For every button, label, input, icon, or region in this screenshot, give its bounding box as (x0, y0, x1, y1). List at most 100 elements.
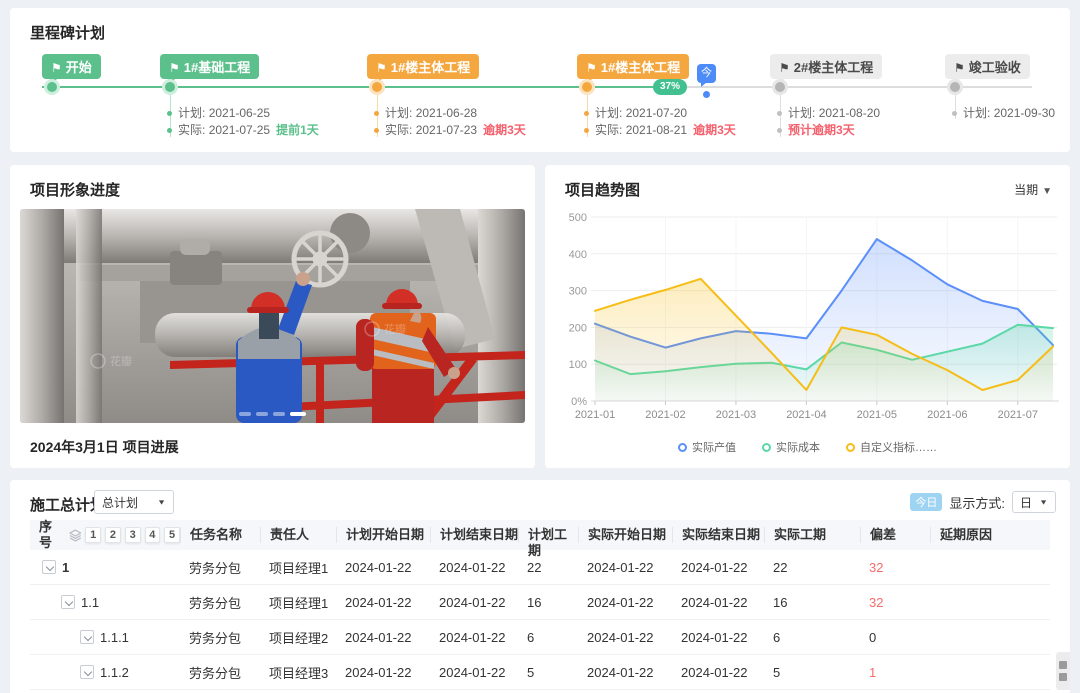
carousel-dot[interactable] (256, 412, 268, 416)
milestone-node (947, 79, 963, 95)
milestone-badge: ⚑ 1#楼主体工程 (367, 54, 479, 79)
level-button-2[interactable]: 2 (105, 527, 121, 543)
level-button-1[interactable]: 1 (85, 527, 101, 543)
plan-table: 序号 1 2 3 4 5 任务名称 责任人 计划开始日期 计划结束日期 计划工期… (30, 520, 1050, 690)
layers-icon[interactable] (69, 529, 82, 542)
flag-icon: ⚑ (51, 61, 62, 75)
plan-prefix: 计划: (963, 105, 990, 122)
legend-item-actual-output[interactable]: 实际产值 (678, 439, 736, 455)
milestone-label: 竣工验收 (969, 60, 1021, 75)
svg-text:0%: 0% (571, 396, 587, 408)
svg-text:2021-07: 2021-07 (998, 409, 1038, 421)
expand-toggle-icon[interactable] (80, 665, 94, 679)
milestone-panel: 里程碑计划 ⚑开始 ⚑1#基础工程 计划: 2021-06-25 实际: 202… (10, 8, 1070, 152)
legend-item-custom-metric[interactable]: 自定义指标…… (846, 439, 937, 455)
period-value: 当期 (1014, 183, 1038, 197)
plan-prefix: 计划: (178, 105, 205, 122)
date-dot (167, 111, 172, 116)
expand-toggle-icon[interactable] (80, 630, 94, 644)
table-controls: 今日 显示方式: 日▼ (910, 491, 1056, 513)
milestone-badge: ⚑开始 (42, 54, 101, 79)
milestone-dates: 计划: 2021-08-20 预计逾期3天 (777, 105, 880, 139)
forecast-status: 预计逾期3天 (788, 122, 855, 139)
date-dot (952, 111, 957, 116)
table-row[interactable]: 1.1.2 劳务分包 项目经理3 2024-01-22 2024-01-22 5… (30, 655, 1050, 690)
flag-icon: ⚑ (779, 61, 790, 75)
status-badge: 逾期3天 (483, 122, 526, 139)
period-dropdown[interactable]: 当期 ▼ (1014, 181, 1052, 198)
svg-text:花瓣: 花瓣 (384, 322, 406, 336)
floating-helper-widget[interactable] (1056, 652, 1070, 690)
milestone-node (369, 79, 385, 95)
milestone-node (162, 79, 178, 95)
deviation-value: 0 (860, 630, 930, 645)
flag-icon: ⚑ (376, 61, 387, 75)
chevron-down-icon: ▼ (1042, 186, 1052, 197)
svg-text:花瓣: 花瓣 (110, 354, 132, 368)
milestone-badge: ⚑1#基础工程 (160, 54, 259, 79)
helper-icon (1059, 661, 1067, 669)
header-plan-start: 计划开始日期 (336, 527, 430, 543)
plan-date: 2021-06-25 (209, 105, 270, 122)
plan-prefix: 计划: (385, 105, 412, 122)
carousel-dot[interactable] (239, 412, 251, 416)
photo-caption: 2024年3月1日 项目进展 (30, 437, 179, 457)
expand-toggle-icon[interactable] (61, 595, 75, 609)
today-badge[interactable]: 今日 (910, 493, 942, 511)
milestone-dates: 计划: 2021-07-20 实际: 2021-08-21逾期3天 (584, 105, 736, 139)
header-delay-reason: 延期原因 (930, 527, 1050, 543)
date-dot (167, 128, 172, 133)
level-button-5[interactable]: 5 (164, 527, 180, 543)
milestone-label: 2#楼主体工程 (794, 60, 873, 75)
milestone-label: 1#楼主体工程 (601, 60, 680, 75)
construction-plan-panel: 施工总计划 总计划▼ 今日 显示方式: 日▼ 序号 1 2 3 4 5 任务名称 (10, 480, 1070, 693)
header-seq: 序号 (39, 519, 65, 551)
deviation-value: 1 (860, 665, 930, 680)
progress-photo[interactable]: 花瓣 花瓣 (20, 209, 525, 423)
milestone-dates: 计划: 2021-06-28 实际: 2021-07-23逾期3天 (374, 105, 526, 139)
milestone-badge: ⚑ 2#楼主体工程 (770, 54, 882, 79)
visual-progress-panel: 项目形象进度 (10, 165, 535, 468)
trend-chart-title: 项目趋势图 (565, 179, 640, 200)
deviation-value: 32 (860, 595, 930, 610)
date-dot (777, 128, 782, 133)
milestone-panel-title: 里程碑计划 (30, 22, 105, 43)
trend-chart-panel: 项目趋势图 当期▼ 2021-012021-022021-032021-0420… (545, 165, 1070, 468)
display-mode-select[interactable]: 日▼ (1012, 491, 1056, 513)
flag-icon: ⚑ (586, 61, 597, 75)
date-dot (777, 111, 782, 116)
header-deviation: 偏差 (860, 527, 930, 543)
progress-percent-pill: 37% (653, 79, 687, 95)
milestone-badge: ⚑ 竣工验收 (945, 54, 1030, 79)
chevron-down-icon: ▼ (1039, 498, 1048, 506)
expand-toggle-icon[interactable] (42, 560, 56, 574)
table-row[interactable]: 1.1 劳务分包 项目经理1 2024-01-22 2024-01-22 16 … (30, 585, 1050, 620)
plan-date: 2021-09-30 (994, 105, 1055, 122)
plan-prefix: 计划: (595, 105, 622, 122)
table-header-row: 序号 1 2 3 4 5 任务名称 责任人 计划开始日期 计划结束日期 计划工期… (30, 520, 1050, 550)
carousel-dot[interactable] (273, 412, 285, 416)
table-row[interactable]: 1.1.1 劳务分包 项目经理2 2024-01-22 2024-01-22 6… (30, 620, 1050, 655)
svg-text:2021-02: 2021-02 (645, 409, 685, 421)
deviation-value: 32 (860, 560, 930, 575)
display-mode-label: 显示方式: (949, 493, 1005, 512)
header-task: 任务名称 (180, 527, 260, 543)
plan-type-select[interactable]: 总计划▼ (94, 490, 174, 514)
level-button-4[interactable]: 4 (145, 527, 161, 543)
svg-text:500: 500 (569, 212, 587, 224)
helper-icon (1059, 673, 1067, 681)
svg-text:2021-04: 2021-04 (786, 409, 826, 421)
status-badge: 提前1天 (276, 122, 319, 139)
flag-icon: ⚑ (954, 61, 965, 75)
date-dot (584, 111, 589, 116)
milestone-label: 1#楼主体工程 (391, 60, 470, 75)
today-marker: 今 (697, 64, 716, 83)
legend-item-actual-cost[interactable]: 实际成本 (762, 439, 820, 455)
plan-date: 2021-07-20 (626, 105, 687, 122)
status-badge: 逾期3天 (693, 122, 736, 139)
level-button-3[interactable]: 3 (125, 527, 141, 543)
plan-prefix: 计划: (788, 105, 815, 122)
milestone-dates: 计划: 2021-09-30 (952, 105, 1055, 122)
legend-marker (846, 443, 855, 452)
carousel-dot-active[interactable] (290, 412, 306, 416)
